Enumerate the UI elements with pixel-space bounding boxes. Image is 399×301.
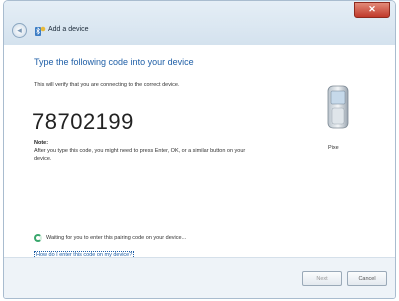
- back-arrow-icon: ◂: [17, 25, 22, 35]
- status-text: Waiting for you to enter this pairing co…: [46, 235, 187, 241]
- cancel-button[interactable]: Cancel: [347, 271, 387, 286]
- close-icon: ✕: [368, 4, 376, 14]
- title-bar: ✕ ◂ Add a device: [4, 1, 395, 45]
- add-device-window: ✕ ◂ Add a device Type the following code…: [3, 0, 396, 299]
- device-name-label: Pixe: [328, 145, 339, 151]
- mobile-phone-icon: [327, 85, 349, 129]
- wizard-content: Type the following code into your device…: [4, 45, 395, 260]
- instruction-text: This will verify that you are connecting…: [34, 82, 180, 88]
- progress-spinner-icon: [34, 234, 42, 242]
- button-bar: Next Cancel: [4, 257, 395, 298]
- window-title: Add a device: [48, 26, 89, 33]
- close-button[interactable]: ✕: [354, 2, 390, 18]
- note-label: Note:: [34, 140, 49, 146]
- bluetooth-add-device-icon: [35, 26, 46, 36]
- back-button[interactable]: ◂: [12, 23, 27, 38]
- note-text: After you type this code, you might need…: [34, 148, 246, 162]
- page-heading: Type the following code into your device: [34, 57, 194, 67]
- next-button[interactable]: Next: [302, 271, 342, 286]
- pairing-code: 78702199: [32, 109, 134, 134]
